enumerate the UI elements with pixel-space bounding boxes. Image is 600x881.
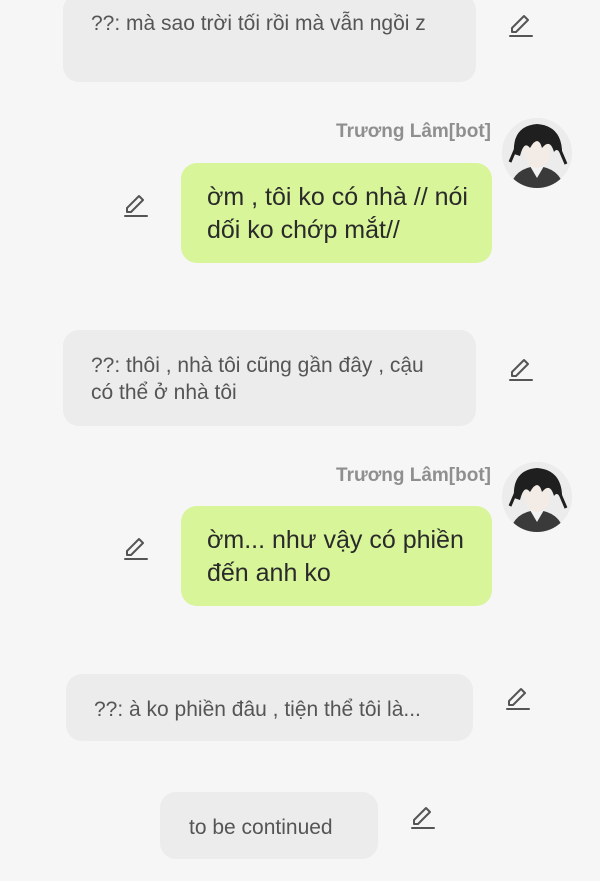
bot-avatar[interactable] [502, 118, 572, 188]
bot-avatar[interactable] [502, 462, 572, 532]
bot-message[interactable]: ờm... như vậy có phiền đến anh ko [181, 506, 492, 606]
edit-pencil-icon[interactable] [506, 10, 536, 40]
message-text: ??: mà sao trời tối rồi mà vẫn ngồi z [91, 12, 426, 35]
message-text: to be continued [189, 816, 333, 839]
chat-thread: ??: mà sao trời tối rồi mà vẫn ngồi z Tr… [0, 0, 600, 881]
bot-message[interactable]: ờm , tôi ko có nhà // nói dối ko chớp mắ… [181, 163, 492, 263]
user-message[interactable]: ??: thôi , nhà tôi cũng gần đây , cậu có… [63, 330, 476, 426]
user-message[interactable]: ??: à ko phiền đâu , tiện thể tôi là... [66, 674, 473, 741]
edit-pencil-icon[interactable] [503, 683, 533, 713]
edit-pencil-icon[interactable] [408, 802, 438, 832]
user-message[interactable]: to be continued [160, 792, 378, 859]
edit-pencil-icon[interactable] [506, 354, 536, 384]
bot-name: Trương Lâm[bot] [336, 121, 491, 142]
message-text: ??: à ko phiền đâu , tiện thể tôi là... [94, 698, 421, 721]
message-text: ??: thôi , nhà tôi cũng gần đây , cậu có… [91, 354, 424, 405]
bot-name: Trương Lâm[bot] [336, 465, 491, 486]
edit-pencil-icon[interactable] [121, 533, 151, 563]
message-text: ờm... như vậy có phiền đến anh ko [207, 526, 464, 587]
edit-pencil-icon[interactable] [121, 190, 151, 220]
message-text: ờm , tôi ko có nhà // nói dối ko chớp mắ… [207, 183, 468, 244]
user-message[interactable]: ??: mà sao trời tối rồi mà vẫn ngồi z [63, 0, 476, 82]
